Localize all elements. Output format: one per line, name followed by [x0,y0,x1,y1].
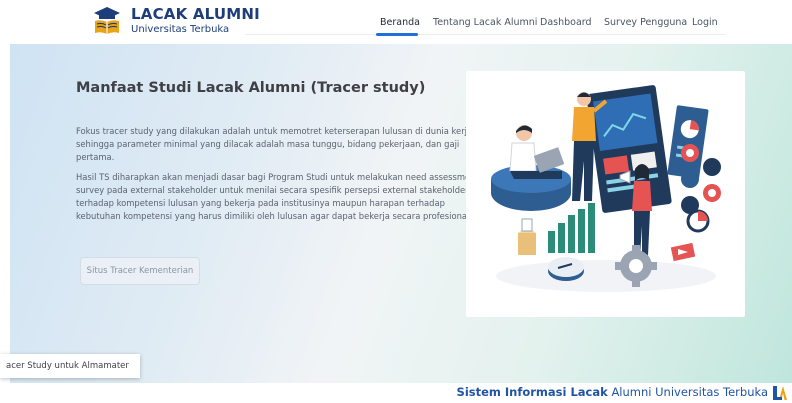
nav-item-login[interactable]: Login [692,17,718,28]
chat-toast[interactable]: acer Study untuk Almamater [0,354,140,378]
toast-text: acer Study untuk Almamater [6,361,129,371]
active-nav-indicator [376,33,418,36]
nav-item-dashboard[interactable]: Dashboard [540,17,592,28]
footer: Sistem Informasi Lacak Alumni Universita… [0,383,792,403]
navbar: LACAK ALUMNI Universitas Terbuka Beranda… [0,0,792,44]
nav-item-beranda[interactable]: Beranda [380,17,420,28]
hero-paragraph-1: Fokus tracer study yang dilakukan adalah… [76,126,473,162]
seated-person-graphic [491,125,571,211]
hero-section: Manfaat Studi Lacak Alumni (Tracer study… [10,44,792,383]
hero-paragraph-2: Hasil TS diharapkan akan menjadi dasar b… [76,172,479,221]
hero-title: Manfaat Studi Lacak Alumni (Tracer study… [76,80,426,96]
side-panel-graphic [667,105,709,179]
nav-item-survey-pengguna[interactable]: Survey Pengguna [604,17,687,28]
illustration-card [466,71,745,317]
nav-item-tentang[interactable]: Tentang Lacak Alumni [433,17,537,28]
tracer-kementerian-button[interactable]: Situs Tracer Kementerian [80,257,200,285]
footer-text: Sistem Informasi Lacak Alumni Universita… [457,385,768,399]
dashboard-board-graphic [586,85,672,213]
footer-text-strong: Sistem Informasi Lacak [456,385,608,399]
data-analytics-illustration [491,85,721,292]
footer-text-rest: Alumni Universitas Terbuka [611,385,768,399]
lacak-alumni-logo [773,386,787,400]
